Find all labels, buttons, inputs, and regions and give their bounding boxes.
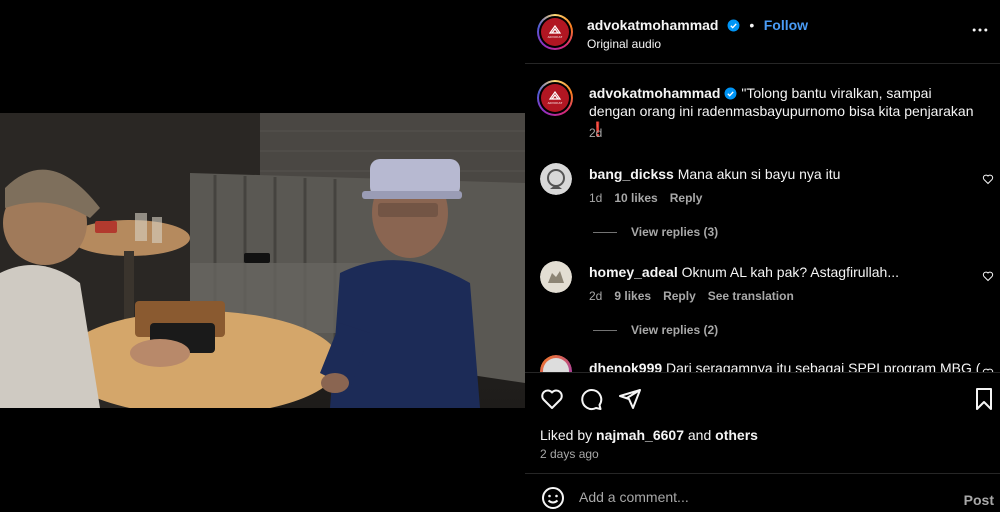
reply-button[interactable]: Reply: [663, 289, 696, 303]
commenter-avatar[interactable]: [540, 261, 572, 293]
comment-text: Dari seragamnya itu sebagai SPPI program…: [666, 360, 981, 372]
comment-meta: 2d 9 likes Reply See translation: [589, 289, 806, 303]
liked-by-others[interactable]: others: [715, 427, 758, 443]
heart-icon[interactable]: [982, 173, 994, 185]
comment: bang_dickss Mana akun si bayu nya itu: [589, 165, 840, 183]
post-sidebar: ADVOKAT advokatmohammad • Follow Origina…: [525, 0, 1000, 512]
emoji-icon[interactable]: [541, 486, 565, 510]
separator-dot: •: [749, 17, 755, 33]
comment-likes[interactable]: 9 likes: [614, 289, 651, 303]
reply-button[interactable]: Reply: [670, 191, 703, 205]
video-pane: [0, 0, 525, 512]
author-avatar[interactable]: ADVOKAT: [537, 14, 573, 50]
comment-username[interactable]: dhenok999: [589, 360, 662, 372]
comment-username[interactable]: bang_dickss: [589, 166, 674, 182]
view-replies-label: View replies (2): [631, 323, 719, 337]
follow-button[interactable]: Follow: [764, 17, 808, 33]
post-header: ADVOKAT advokatmohammad • Follow Origina…: [525, 0, 1000, 64]
verified-badge-icon: [727, 19, 740, 32]
comment-username[interactable]: homey_adeal: [589, 264, 678, 280]
comment-text: Mana akun si bayu nya itu: [677, 166, 841, 182]
view-replies-button[interactable]: View replies (3): [593, 225, 718, 239]
comment-time: 1d: [589, 191, 603, 205]
commenter-avatar[interactable]: [540, 355, 572, 372]
comment-likes[interactable]: 10 likes: [614, 191, 657, 205]
heart-icon[interactable]: [982, 270, 994, 282]
commenter-avatar[interactable]: [540, 163, 572, 195]
liked-by-user[interactable]: najmah_6607: [596, 427, 684, 443]
comment-composer: Post: [525, 473, 1000, 512]
liked-by: Liked by najmah_6607 and others: [540, 427, 758, 443]
brand-logo: ADVOKAT: [541, 18, 569, 46]
comment: dhenok999 Dari seragamnya itu sebagai SP…: [589, 359, 980, 372]
caption-time: 2d: [589, 126, 603, 140]
author-username[interactable]: advokatmohammad: [587, 17, 718, 33]
post-comment-button[interactable]: Post: [964, 492, 994, 508]
view-replies-label: View replies (3): [631, 225, 719, 239]
caption-avatar[interactable]: ADVOKAT: [537, 80, 573, 116]
comment-time: 2d: [589, 289, 603, 303]
liked-by-and: and: [687, 427, 712, 443]
post-timestamp[interactable]: 2 days ago: [540, 447, 599, 461]
audio-label[interactable]: Original audio: [587, 37, 661, 51]
comments-list[interactable]: ADVOKAT advokatmohammad "Tolong bantu vi…: [525, 65, 1000, 372]
post-actions: Liked by najmah_6607 and others 2 days a…: [525, 372, 1000, 472]
heart-icon[interactable]: [540, 387, 564, 411]
comment: homey_adeal Oknum AL kah pak? Astagfirul…: [589, 263, 899, 281]
comment-text: Oknum AL kah pak? Astagfirullah...: [681, 264, 899, 280]
liked-by-prefix: Liked by: [540, 427, 593, 443]
comment-meta: 1d 10 likes Reply: [589, 191, 714, 205]
caption-username[interactable]: advokatmohammad: [589, 85, 720, 101]
bookmark-icon[interactable]: [972, 387, 996, 411]
verified-badge-icon: [725, 87, 737, 100]
see-translation-button[interactable]: See translation: [708, 289, 794, 303]
video-player[interactable]: [0, 113, 525, 408]
comment-input[interactable]: [579, 484, 939, 510]
comment-icon[interactable]: [579, 387, 603, 411]
share-icon[interactable]: [618, 387, 642, 411]
caption: advokatmohammad "Tolong bantu viralkan, …: [589, 84, 979, 138]
view-replies-button[interactable]: View replies (2): [593, 323, 718, 337]
video-frame-scene: [0, 113, 525, 408]
more-options-icon[interactable]: [970, 20, 990, 40]
